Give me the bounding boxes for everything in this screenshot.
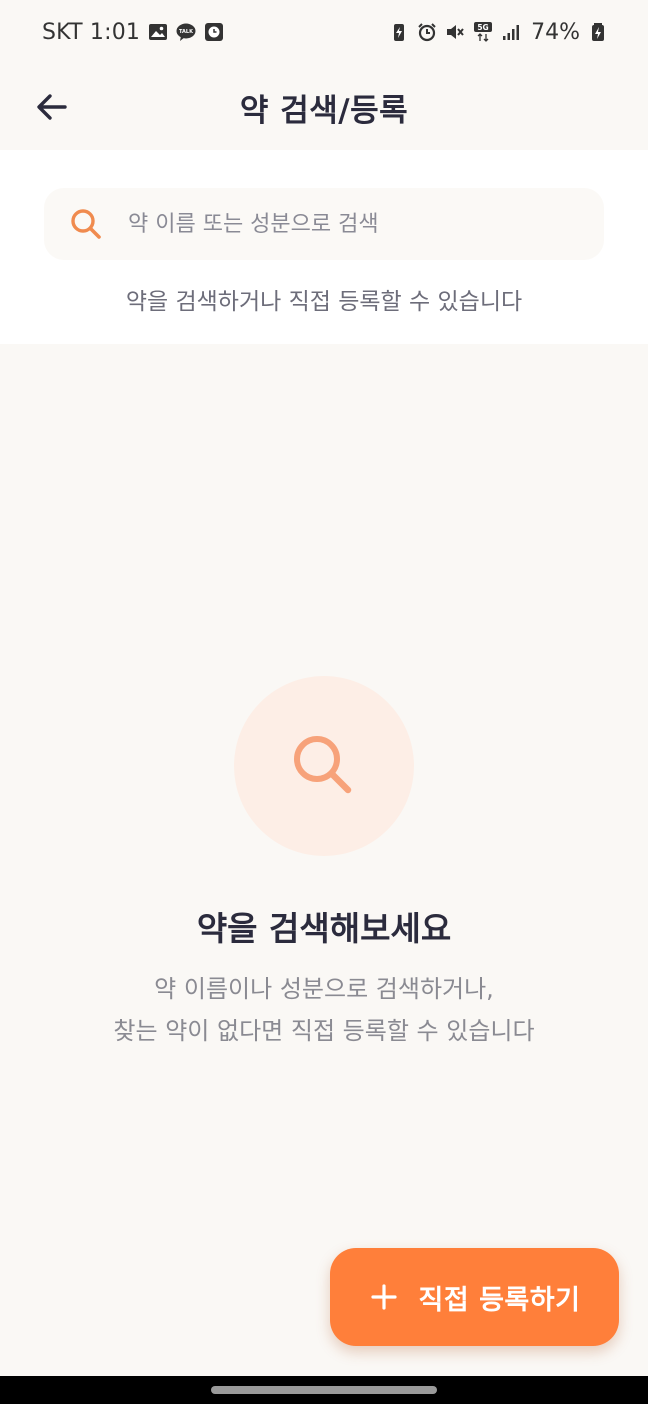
search-panel: 약을 검색하거나 직접 등록할 수 있습니다 xyxy=(0,150,648,344)
app-header: 약 검색/등록 xyxy=(0,64,648,150)
status-right: 5G 74% xyxy=(389,20,608,45)
empty-state-line-1: 약 이름이나 성분으로 검색하거나, xyxy=(154,975,494,1003)
battery-charging-icon xyxy=(588,22,608,42)
alarm-icon xyxy=(417,22,437,42)
network-5g-icon: 5G xyxy=(473,22,493,42)
status-bar: SKT 1:01 TALK 5G 74% xyxy=(0,0,648,64)
clock-app-icon xyxy=(204,22,224,42)
screen: SKT 1:01 TALK 5G 74% 약 검색/등록 약 이름 또는 성분으… xyxy=(0,0,648,1404)
search-input[interactable] xyxy=(128,211,568,237)
search-box[interactable] xyxy=(44,188,604,260)
carrier-time: SKT 1:01 xyxy=(42,19,141,45)
mute-icon xyxy=(445,22,465,42)
signal-icon xyxy=(501,22,521,42)
page-title: 약 검색/등록 xyxy=(239,92,409,129)
search-icon xyxy=(68,206,104,242)
battery-percent: 74% xyxy=(531,19,580,45)
empty-state-line-2: 찾는 약이 없다면 직접 등록할 수 있습니다 xyxy=(113,1017,535,1045)
arrow-left-icon xyxy=(37,94,67,120)
empty-state-illustration xyxy=(234,676,414,856)
search-hint: 약을 검색하거나 직접 등록할 수 있습니다 xyxy=(125,289,523,315)
battery-saver-icon xyxy=(389,22,409,42)
register-directly-button[interactable]: 직접 등록하기 xyxy=(330,1248,619,1346)
svg-text:TALK: TALK xyxy=(179,29,194,35)
empty-state-title: 약을 검색해보세요 xyxy=(196,909,452,948)
search-icon xyxy=(294,736,352,794)
network-label: 5G xyxy=(477,23,488,32)
back-button[interactable] xyxy=(28,83,76,131)
home-indicator[interactable] xyxy=(211,1386,437,1394)
system-nav-bar xyxy=(0,1376,648,1404)
talk-icon: TALK xyxy=(176,22,196,42)
register-directly-label: 직접 등록하기 xyxy=(418,1284,581,1316)
plus-icon xyxy=(369,1282,399,1312)
status-left: SKT 1:01 TALK xyxy=(42,20,224,45)
empty-state-description: 약 이름이나 성분으로 검색하거나, 찾는 약이 없다면 직접 등록할 수 있습… xyxy=(113,968,534,1052)
empty-state: 약을 검색해보세요 약 이름이나 성분으로 검색하거나, 찾는 약이 없다면 직… xyxy=(0,676,648,1052)
gallery-icon xyxy=(148,22,168,42)
